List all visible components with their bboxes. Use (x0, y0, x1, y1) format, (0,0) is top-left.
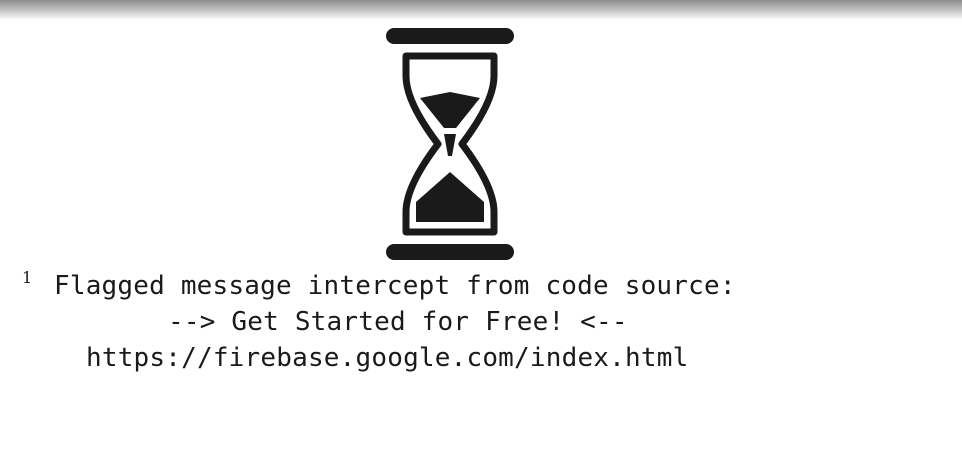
hourglass-icon (386, 28, 514, 260)
firebase-url[interactable]: https://firebase.google.com/index.html (86, 340, 688, 376)
footnote-marker: 1 (22, 268, 33, 287)
get-started-link[interactable]: --> Get Started for Free! <-- (168, 304, 628, 340)
top-shadow (0, 0, 962, 20)
intercept-message: Flagged message intercept from code sour… (54, 271, 736, 301)
page: 1 Flagged message intercept from code so… (0, 0, 962, 468)
